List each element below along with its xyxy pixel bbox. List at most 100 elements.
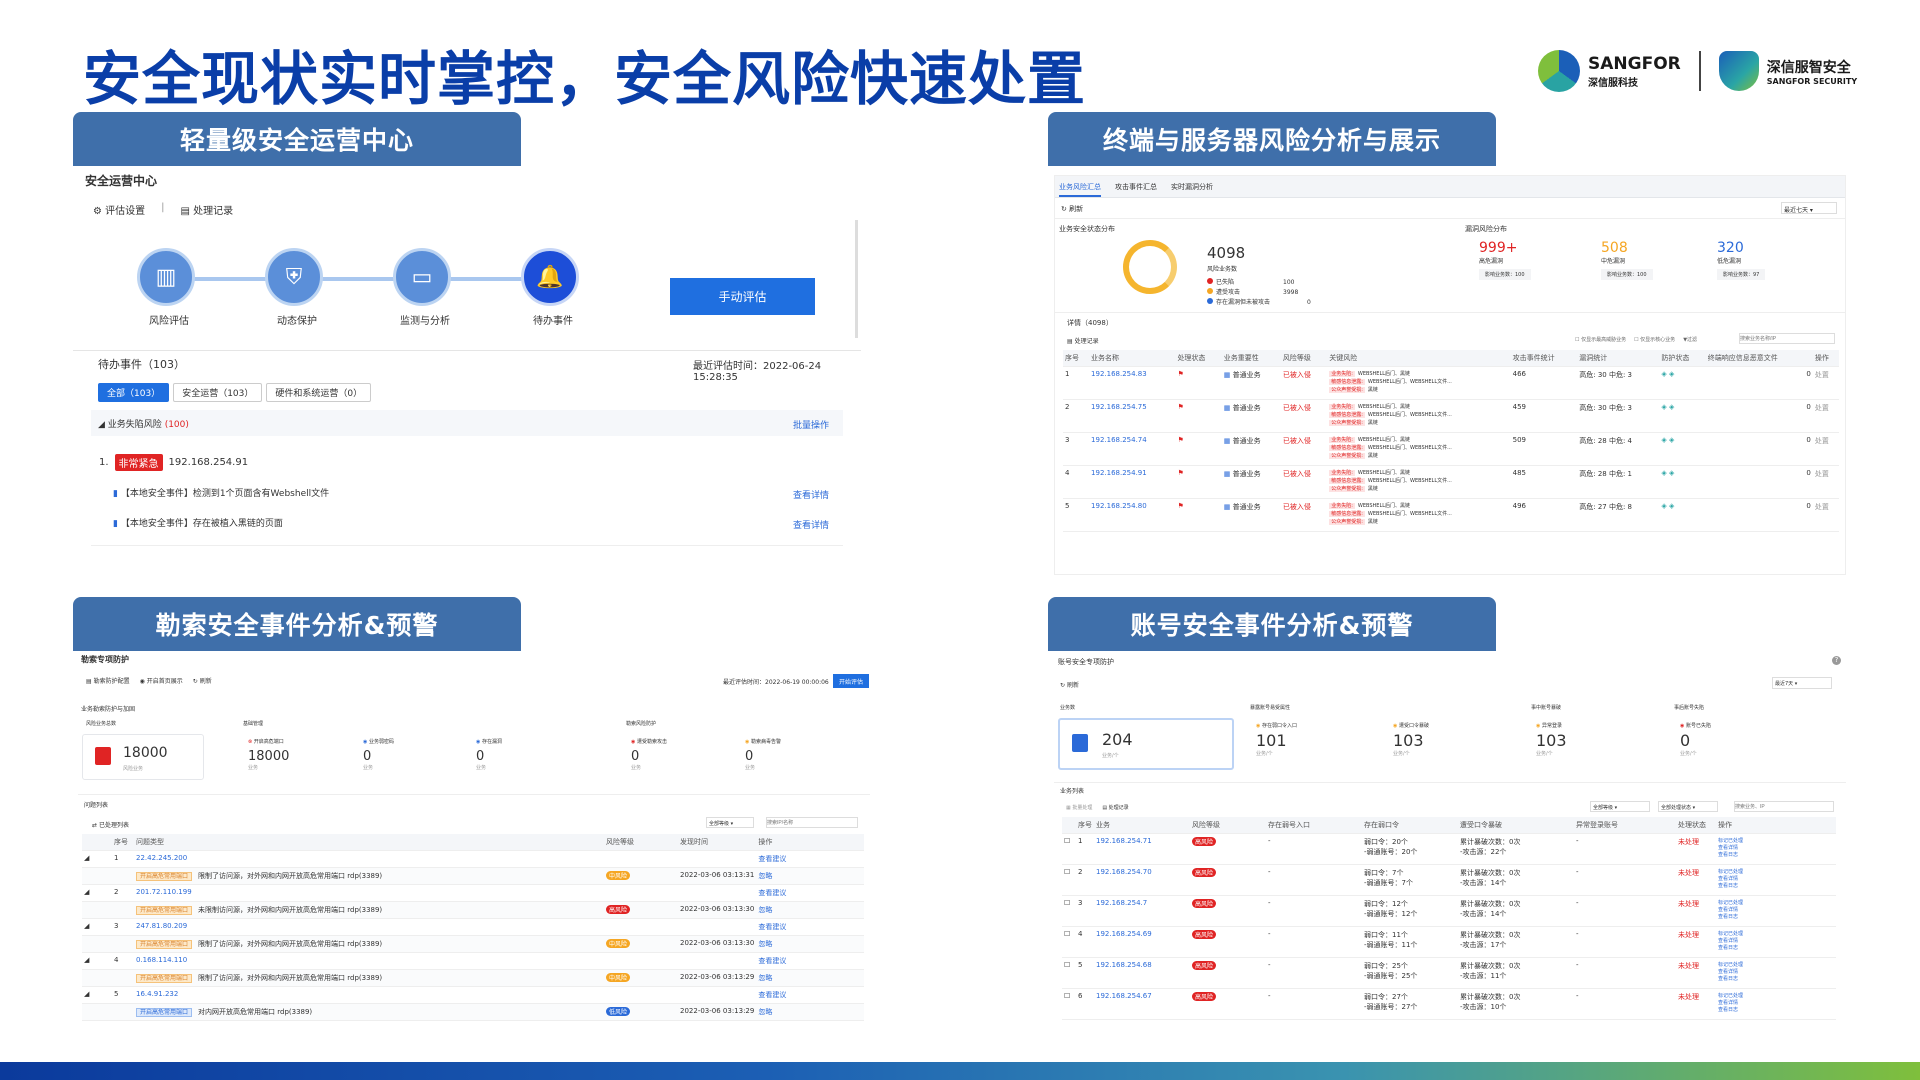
- handle-link[interactable]: 处置: [1812, 399, 1839, 433]
- handle-link[interactable]: 处置: [1812, 366, 1839, 400]
- op-link[interactable]: 查看日志: [1718, 882, 1834, 889]
- ignore-link[interactable]: 忽略: [756, 1003, 864, 1021]
- scrollbar[interactable]: [855, 220, 858, 338]
- biz-count-card[interactable]: 204 业务/个: [1058, 718, 1234, 770]
- ip-link[interactable]: 201.72.110.199: [134, 884, 604, 902]
- table-row[interactable]: 3 192.168.254.74 ⚑ ▦ 普通业务 已被入侵 业务失陷: WEBSHELL后…: [1063, 432, 1839, 466]
- op-link[interactable]: 查看详情: [1718, 937, 1834, 944]
- handle-link[interactable]: 处置: [1812, 465, 1839, 499]
- table-row[interactable]: ☐ 2 192.168.254.70 高风险 - 弱口令：7个 -弱通账号：7个 累计暴破次数…: [1062, 864, 1836, 896]
- range-select[interactable]: 最近七天 ▾: [1781, 202, 1837, 214]
- col-header[interactable]: 业务名称: [1089, 350, 1176, 367]
- biz-ip-link[interactable]: 192.168.254.83: [1089, 366, 1176, 400]
- refresh-button[interactable]: ↻ 刷新: [1061, 204, 1083, 214]
- search-input[interactable]: [1739, 333, 1835, 344]
- biz-ip-link[interactable]: 192.168.254.7: [1094, 895, 1190, 927]
- table-subrow[interactable]: 开启高危常用端口 限制了访问源，对外网和内网开放高危常用端口 rdp(3389) 中…: [82, 969, 864, 987]
- filter-button[interactable]: ▼过滤: [1683, 336, 1697, 343]
- biz-ip-link[interactable]: 192.168.254.80: [1089, 498, 1176, 532]
- biz-ip-link[interactable]: 192.168.254.70: [1094, 864, 1190, 896]
- ignore-link[interactable]: 忽略: [756, 901, 864, 919]
- table-row[interactable]: 2 192.168.254.75 ⚑ ▦ 普通业务 已被入侵 业务失陷: WEBSHELL后…: [1063, 399, 1839, 433]
- op-link[interactable]: 标记已处理: [1718, 961, 1834, 968]
- search-input[interactable]: [766, 817, 858, 828]
- group-header[interactable]: ◢ 业务失陷风险 (100): [98, 417, 189, 430]
- manual-eval-button[interactable]: 手动评估: [670, 278, 815, 315]
- row-checkbox[interactable]: ☐: [1062, 895, 1076, 927]
- row-checkbox[interactable]: ☐: [1062, 957, 1076, 989]
- expand-icon[interactable]: ◢: [82, 918, 112, 936]
- stat-brute[interactable]: ◉ 异常登录 103 业务/个: [1536, 722, 1567, 757]
- expand-icon[interactable]: ◢: [82, 952, 112, 970]
- ransom-config-button[interactable]: ▤ 勒索防护配置: [86, 676, 130, 685]
- help-icon[interactable]: ?: [1832, 656, 1841, 665]
- table-row[interactable]: 5 192.168.254.80 ⚑ ▦ 普通业务 已被入侵 业务失陷: WEBSHELL后…: [1063, 498, 1839, 532]
- filter-core[interactable]: ☐ 仅显示核心业务: [1634, 336, 1675, 343]
- biz-ip-link[interactable]: 192.168.254.75: [1089, 399, 1176, 433]
- status-filter[interactable]: 全部处理状态 ▾: [1658, 801, 1718, 812]
- op-link[interactable]: 查看详情: [1718, 875, 1834, 882]
- op-link[interactable]: 查看日志: [1718, 851, 1834, 858]
- expand-icon[interactable]: ◢: [82, 850, 112, 868]
- ip-link[interactable]: 0.168.114.110: [134, 952, 604, 970]
- op-link[interactable]: 标记已处理: [1718, 899, 1834, 906]
- table-row[interactable]: ☐ 5 192.168.254.68 高风险 - 弱口令：25个 -弱通账号：25个 累计暴破…: [1062, 957, 1836, 989]
- table-row[interactable]: ◢ 1 22.42.245.200 查看建议: [82, 850, 864, 868]
- step-pending[interactable]: 🔔 待办事件: [521, 248, 585, 327]
- handle-link[interactable]: 处置: [1812, 498, 1839, 532]
- ip-link[interactable]: 247.81.80.209: [134, 918, 604, 936]
- tab-vuln-analysis[interactable]: 实时漏洞分析: [1171, 182, 1213, 197]
- step-monitor[interactable]: ▭ 监测与分析: [393, 248, 457, 327]
- level-filter[interactable]: 全部等级 ▾: [1590, 801, 1650, 812]
- op-link[interactable]: 查看日志: [1718, 944, 1834, 951]
- stat-compromised[interactable]: ◉ 账号已失陷 0 业务/个: [1680, 722, 1711, 757]
- expand-icon[interactable]: ◢: [82, 884, 112, 902]
- op-link[interactable]: 查看日志: [1718, 1006, 1834, 1013]
- ignore-link[interactable]: 忽略: [756, 935, 864, 953]
- stat-ransom-alert[interactable]: ◉ 勒索病毒告警 0 业务: [745, 738, 781, 771]
- vuln-impact-button[interactable]: 影响业务数：100: [1479, 269, 1531, 280]
- table-row[interactable]: ◢ 4 0.168.114.110 查看建议: [82, 952, 864, 970]
- records-button[interactable]: ▤ 处理记录: [181, 202, 234, 217]
- op-link[interactable]: 查看日志: [1718, 913, 1834, 920]
- ip-link[interactable]: 16.4.91.232: [134, 986, 604, 1004]
- table-row[interactable]: ◢ 5 16.4.91.232 查看建议: [82, 986, 864, 1004]
- biz-ip-link[interactable]: 192.168.254.71: [1094, 833, 1190, 865]
- filter-top-threat[interactable]: ☐ 仅显示最高威胁业务: [1575, 336, 1626, 343]
- row-checkbox[interactable]: ☐: [1062, 864, 1076, 896]
- op-link[interactable]: 查看日志: [1718, 975, 1834, 982]
- range-select[interactable]: 最近7天 ▾: [1772, 677, 1832, 689]
- table-row[interactable]: ☐ 3 192.168.254.7 高风险 - 弱口令：12个 -弱通账号：12个 累计暴破次…: [1062, 895, 1836, 927]
- op-link[interactable]: 查看详情: [1718, 906, 1834, 913]
- biz-ip-link[interactable]: 192.168.254.67: [1094, 988, 1190, 1020]
- row-checkbox[interactable]: ☐: [1062, 988, 1076, 1020]
- expand-icon[interactable]: ◢: [82, 986, 112, 1004]
- op-link[interactable]: 标记已处理: [1718, 837, 1834, 844]
- vuln-impact-button[interactable]: 影响业务数：97: [1717, 269, 1766, 280]
- vuln-impact-button[interactable]: 影响业务数：100: [1601, 269, 1653, 280]
- start-eval-button[interactable]: 开始评估: [833, 674, 869, 688]
- search-input[interactable]: [1734, 801, 1834, 812]
- handle-link[interactable]: 处置: [1812, 432, 1839, 466]
- batch-op-link[interactable]: 批量操作: [793, 418, 829, 431]
- table-subrow[interactable]: 开启高危常用端口 对内网开放高危常用端口 rdp(3389) 低风险 2022-03-…: [82, 1003, 864, 1021]
- stat-weak-pwd[interactable]: ◉ 遭受口令暴破 103 业务/个: [1393, 722, 1429, 757]
- ignore-link[interactable]: 忽略: [756, 867, 864, 885]
- stat-weak-entry[interactable]: ◉ 存在弱口令入口 101 业务/个: [1256, 722, 1297, 757]
- refresh-button[interactable]: ↻ 刷新: [193, 676, 212, 685]
- op-link[interactable]: 标记已处理: [1718, 992, 1834, 999]
- biz-ip-link[interactable]: 192.168.254.69: [1094, 926, 1190, 958]
- processed-list-button[interactable]: ⇄ 已处理列表: [92, 820, 129, 829]
- table-subrow[interactable]: 开启高危常用端口 未限制访问源，对外网和内网开放高危常用端口 rdp(3389) 高…: [82, 901, 864, 919]
- refresh-button[interactable]: ↻ 刷新: [1060, 680, 1079, 689]
- biz-ip-link[interactable]: 192.168.254.91: [1089, 465, 1176, 499]
- level-filter[interactable]: 全部等级 ▾: [706, 817, 754, 828]
- tab-biz-risk[interactable]: 业务风险汇总: [1059, 182, 1101, 197]
- table-subrow[interactable]: 开启高危常用端口 限制了访问源，对外网和内网开放高危常用端口 rdp(3389) 中…: [82, 935, 864, 953]
- op-link[interactable]: 标记已处理: [1718, 868, 1834, 875]
- tab-hardware-ops[interactable]: 硬件和系统运营（0）: [266, 383, 372, 402]
- row-checkbox[interactable]: ☐: [1062, 926, 1076, 958]
- view-detail-link[interactable]: 查看详情: [793, 518, 829, 531]
- row-checkbox[interactable]: ☐: [1062, 833, 1076, 865]
- view-advice-link[interactable]: 查看建议: [756, 952, 864, 970]
